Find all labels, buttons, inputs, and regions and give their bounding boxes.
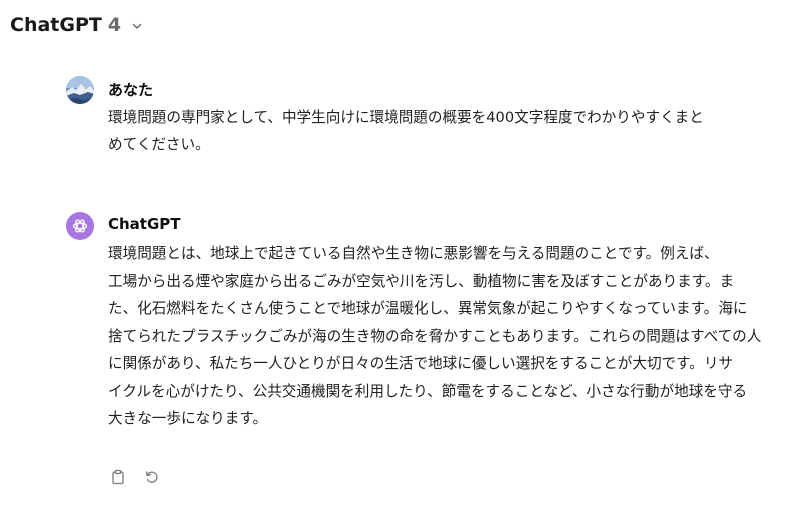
model-version: 4 — [107, 14, 122, 36]
message-author: ChatGPT — [108, 215, 181, 233]
chatgpt-logo-icon — [66, 212, 94, 240]
message-line: た、化石燃料をたくさん使うことで地球が温暖化し、異常気象が起こりやすくなっていま… — [108, 300, 748, 317]
message-content: 環境問題とは、地球上で起きている自然や生き物に悪影響を与える問題のことです。例え… — [108, 240, 788, 433]
copy-button[interactable] — [108, 467, 128, 487]
user-avatar[interactable] — [66, 76, 94, 104]
chevron-down-icon — [131, 20, 143, 32]
clipboard-icon — [112, 469, 124, 485]
message-line: 環境問題の専門家として、中学生向けに環境問題の概要を400文字程度でわかりやすく… — [108, 109, 704, 126]
message-content: 環境問題の専門家として、中学生向けに環境問題の概要を400文字程度でわかりやすく… — [108, 104, 788, 158]
message-line: めてください。 — [108, 136, 210, 153]
model-name: ChatGPT — [10, 14, 102, 36]
message-line: 工場から出る煙や家庭から出るごみが空気や川を汚し、動植物に害を及ぼすことがありま… — [108, 272, 735, 290]
message-author: あなた — [108, 81, 154, 99]
message-actions — [108, 467, 162, 487]
model-selector[interactable]: ChatGPT 4 — [10, 14, 143, 36]
message-line: 大きな一歩になります。 — [108, 410, 268, 427]
chat-page: ChatGPT 4 あなた 環境問題の専門家として、中学生向けに環境問題の概要を… — [0, 0, 800, 514]
message-line: に関係があり、私たち一人ひとりが日々の生活で地球に優しい選択をすることが大切です… — [108, 355, 734, 372]
message-line: 環境問題とは、地球上で起きている自然や生き物に悪影響を与える問題のことです。例え… — [108, 245, 719, 262]
message-line: イクルを心がけたり、公共交通機関を利用したり、節電をすることなど、小さな行動が地… — [108, 382, 748, 400]
regenerate-button[interactable] — [142, 467, 162, 487]
message-line: 捨てられたプラスチックごみが海の生き物の命を脅かすこともあります。これらの問題は… — [108, 327, 762, 345]
refresh-icon — [145, 471, 158, 483]
